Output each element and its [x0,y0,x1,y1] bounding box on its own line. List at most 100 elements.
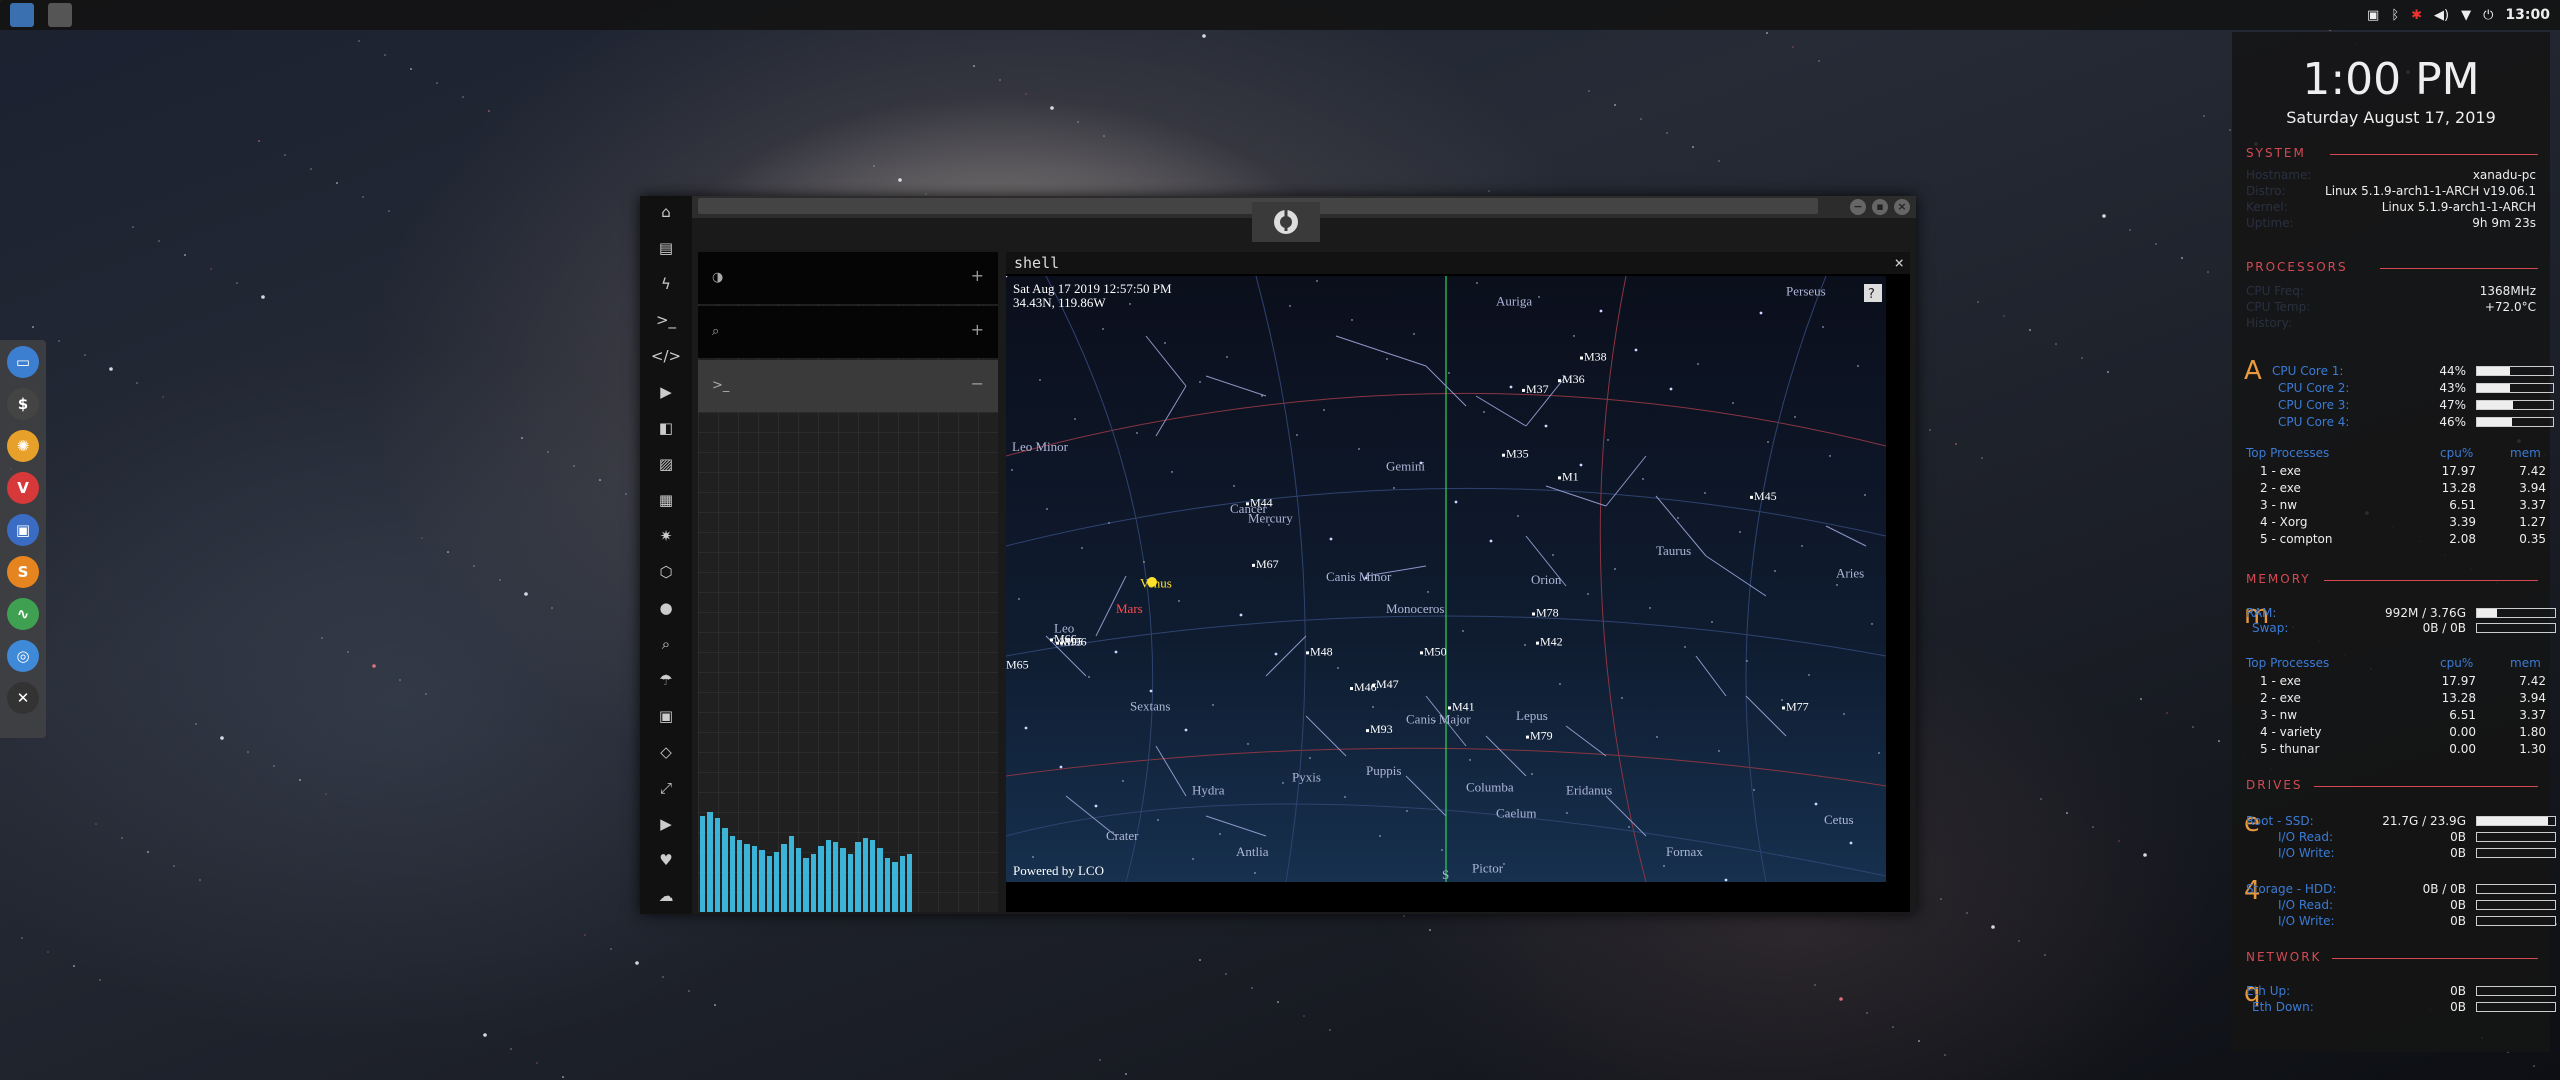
wallpaper-star [2055,343,2057,345]
wallpaper-star [284,154,286,156]
user-icon[interactable]: ▣ [654,704,678,728]
hexagon-icon[interactable]: ⬡ [654,560,678,584]
spectrum-bar [707,812,713,912]
wifi-icon[interactable]: ▼ [2461,8,2471,23]
wallpaper-star [399,679,401,681]
shell-close-button[interactable]: × [1894,252,1904,274]
close-button[interactable]: × [1894,199,1910,215]
play-icon[interactable]: ▶ [654,380,678,404]
screenshot-icon[interactable]: ▣ [2367,8,2379,23]
theme-row[interactable]: ◑ + [698,252,998,304]
workspace-button[interactable] [48,3,72,27]
sky-label: Canis Minor [1326,569,1392,584]
x-app-icon[interactable]: ✕ [7,682,39,714]
umbrella-icon[interactable]: ☂ [654,668,678,692]
core-bar [2476,366,2554,376]
image-icon[interactable]: ▨ [654,452,678,476]
youtube-icon[interactable]: ▶ [654,812,678,836]
sky-star [1184,728,1188,732]
contrast-icon: ◑ [712,270,724,285]
wallpaper-star [173,865,175,867]
expand-icon[interactable]: ⤢ [654,776,678,800]
bluetooth-icon[interactable]: ᛒ [2391,8,2399,23]
maximize-button[interactable]: ▪ [1872,199,1888,215]
power-icon[interactable]: ⏻ [2483,8,2493,23]
money-manager-icon[interactable]: $ [7,388,39,420]
sky-label: Crater [1106,828,1139,843]
heart-icon[interactable]: ♥ [654,848,678,872]
process-cpu: 17.97 [2441,674,2476,688]
terminal-row[interactable]: >_ − [698,360,998,412]
process-row: 4 - Xorg 3.39 1.27 [2246,515,2546,531]
sky-star [1296,434,1298,436]
info-key: History: [2246,316,2292,330]
spectrum-bar [847,854,854,912]
panel-clock[interactable]: 13:00 [2505,7,2550,23]
gallery-icon[interactable]: ◧ [654,416,678,440]
sky-label: Taurus [1656,543,1691,558]
wallpaper-star [273,765,275,767]
globe-icon[interactable]: ● [654,596,678,620]
spectrum-bar [825,840,832,912]
sky-star [1024,726,1028,730]
sky-star [1704,492,1706,494]
meter-label: RAM: [2246,606,2277,620]
process-mem: 7.42 [2519,674,2546,688]
sky-map[interactable]: AurigaPerseusLeo MinorGeminiCancerMercur… [1006,276,1886,882]
collapse-button[interactable]: − [971,374,984,393]
meter-row: I/O Read: 0B [2246,898,2556,914]
wallpaper-star [562,1076,564,1078]
add-button[interactable]: + [971,320,984,339]
wallpaper-star [2118,840,2120,842]
side-nav: ⌂ ▤ ϟ >_ </> ▶ ◧ ▨ ▦ ✷ ⬡ ● ⌕ ☂ ▣ ◇ ⤢ ▶ ♥… [640,196,692,914]
lightning-icon[interactable]: ϟ [654,272,678,296]
terminal-icon[interactable]: >_ [654,308,678,332]
file-manager-icon[interactable]: ▭ [7,346,39,378]
document-icon[interactable]: ▤ [654,236,678,260]
share-icon[interactable]: ◇ [654,740,678,764]
minimize-button[interactable]: − [1850,199,1866,215]
messier-marker [1246,502,1249,506]
wallpaper-star [551,607,553,609]
volume-icon[interactable]: ◀) [2434,8,2449,23]
news-icon[interactable]: ▦ [654,488,678,512]
rebel-logo-icon [1252,202,1320,242]
sky-star [1088,676,1090,678]
vivaldi-icon[interactable]: V [7,472,39,504]
sky-star [1171,471,1173,473]
wallpaper-star [21,937,23,939]
wallpaper-star [1125,1073,1127,1075]
info-key: Hostname: [2246,168,2312,182]
sky-star [1531,773,1533,775]
code-icon[interactable]: </> [651,344,681,368]
search-row[interactable]: ⌕ + [698,306,998,358]
chromium-icon[interactable]: ◎ [7,640,39,672]
wallpaper-star [2181,257,2183,259]
sublime-icon[interactable]: S [7,556,39,588]
activity-monitor-icon[interactable]: ∿ [7,598,39,630]
cloud-icon[interactable]: ☁ [654,884,678,908]
settings-icon[interactable]: ✱ [2411,8,2422,23]
sky-star [1822,326,1824,328]
messier-label: M35 [1506,447,1529,461]
sky-star [1164,342,1166,344]
screenshot-app-icon[interactable]: ▣ [7,514,39,546]
process-mem: 3.37 [2519,498,2546,512]
wallpaper-star [1766,32,1768,34]
settings-gear-icon[interactable]: ✺ [7,430,39,462]
sky-star [1178,600,1180,602]
info-row: CPU Freq: 1368MHz [2246,284,2536,299]
wallpaper-star [1792,46,1794,48]
sky-star [1427,591,1429,593]
sky-star [1697,363,1699,365]
sky-star [1219,833,1221,835]
wallpaper-star [2018,940,2020,942]
wallpaper-star [247,751,249,753]
files-launcher-icon[interactable] [10,3,34,27]
add-button[interactable]: + [971,266,984,285]
info-value: 1368MHz [2479,284,2536,298]
info-row: Distro: Linux 5.1.9-arch1-1-ARCH v19.06.1 [2246,184,2536,199]
aperture-icon[interactable]: ✷ [654,524,678,548]
home-icon[interactable]: ⌂ [654,200,678,224]
search-icon[interactable]: ⌕ [654,632,678,656]
